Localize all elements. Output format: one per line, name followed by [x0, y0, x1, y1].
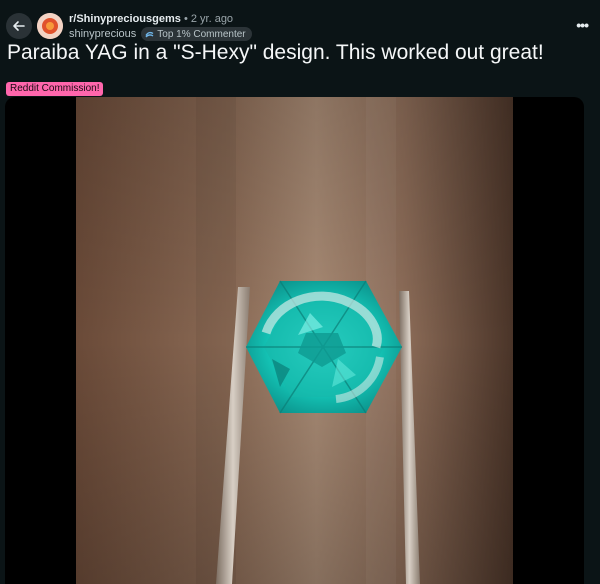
flair-label: Top 1% Commenter	[157, 28, 246, 40]
post-header: r/Shinypreciousgems • 2 yr. ago shinypre…	[0, 0, 600, 44]
user-flair: Top 1% Commenter	[141, 27, 252, 41]
subreddit-logo-icon	[37, 13, 63, 39]
subreddit-avatar[interactable]	[37, 13, 63, 39]
back-button[interactable]	[6, 13, 32, 39]
post-age: 2 yr. ago	[190, 13, 234, 25]
post-flair-tag[interactable]: Reddit Commission!	[6, 82, 104, 96]
post-meta: r/Shinypreciousgems • 2 yr. ago	[69, 13, 233, 25]
back-arrow-icon	[13, 21, 25, 31]
more-options-button[interactable]: •••	[576, 17, 589, 33]
author-username[interactable]: shinyprecious	[69, 28, 136, 40]
more-options-icon: •••	[576, 17, 589, 33]
post-title: Paraiba YAG in a "S-Hexy" design. This w…	[7, 41, 544, 64]
author-line: shinyprecious Top 1% Commenter	[69, 27, 252, 41]
post-media[interactable]	[5, 97, 584, 584]
meta-separator: •	[183, 13, 188, 25]
subreddit-name[interactable]: r/Shinypreciousgems	[69, 13, 181, 25]
gemstone-photo	[76, 97, 513, 584]
top-commenter-icon	[145, 31, 154, 37]
